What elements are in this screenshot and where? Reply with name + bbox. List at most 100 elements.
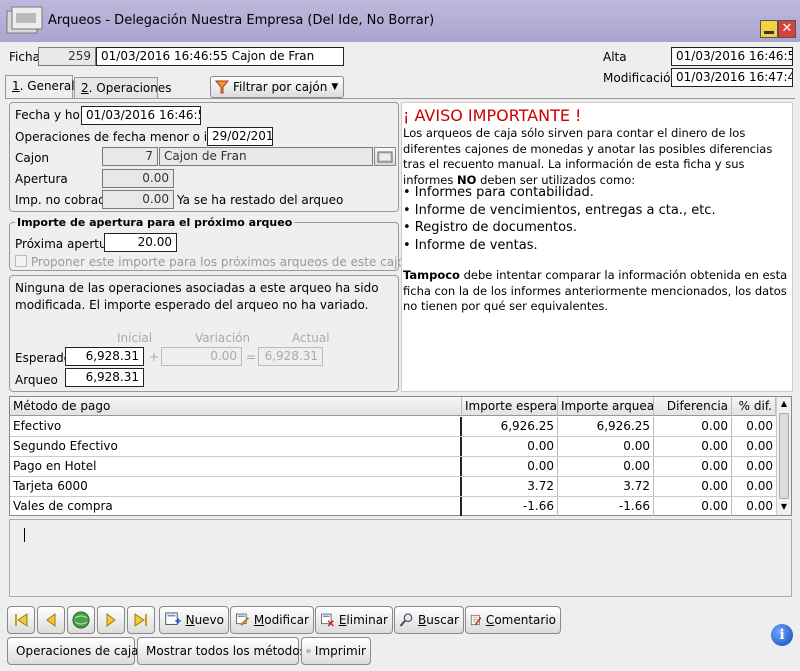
col-actual-label: Actual [292, 331, 330, 345]
tab-operaciones[interactable]: 2. Operaciones [74, 77, 172, 99]
col-inicial-label: Inicial [117, 331, 153, 345]
table-scrollbar[interactable]: ▲ ▼ [776, 397, 791, 515]
proxima-apertura-input[interactable]: 20.00 [104, 233, 177, 252]
cell-metodo: Efectivo [10, 417, 462, 436]
comment-icon [470, 614, 482, 626]
arqueo-label: Arqueo [15, 373, 58, 387]
filtrar-cajon-button[interactable]: Filtrar por cajón ▼ [210, 76, 344, 98]
cajon-lookup-button[interactable] [374, 147, 396, 166]
eliminar-button[interactable]: Eliminar [315, 606, 393, 634]
cell-arqueado[interactable]: 0.00 [558, 437, 654, 456]
close-button[interactable]: ✕ [778, 20, 796, 38]
aviso-paragraph-1: Los arqueos de caja sólo sirven para con… [403, 126, 791, 188]
scroll-up-icon[interactable]: ▲ [778, 398, 790, 410]
comentario-label: Comentario [486, 613, 556, 627]
cajon-number[interactable]: 7 [102, 147, 158, 166]
nuevo-key: N [185, 613, 195, 627]
first-record-button[interactable] [7, 606, 35, 634]
cell-diferencia: 0.00 [654, 417, 732, 436]
aviso-p2-bold: Tampoco [403, 268, 460, 282]
apertura-label: Apertura [15, 172, 68, 186]
cell-pct-dif: 0.00 [746, 499, 773, 513]
cell-diferencia: 0.00 [654, 497, 732, 516]
table-row[interactable]: Segundo Efectivo 0.00 0.00 0.00 0.00 [10, 437, 776, 457]
info-icon[interactable]: i [771, 624, 793, 646]
comentario-button[interactable]: Comentario [465, 606, 561, 634]
payment-methods-table[interactable]: Método de pago Importe esperado Importe … [9, 396, 792, 516]
imprimir-label: Imprimir [314, 644, 366, 658]
imp-no-cobrado-label: Imp. no cobrado [15, 193, 114, 207]
cell-esperado: 0.00 [462, 437, 558, 456]
cell-pct-dif: 0.00 [746, 459, 773, 473]
buscar-key: B [418, 613, 427, 627]
table-row[interactable]: Efectivo 6,926.25 6,926.25 0.00 0.00 [10, 417, 776, 437]
delete-record-icon [321, 613, 334, 627]
tab-operaciones-key: 2 [81, 81, 89, 95]
aviso-p2-text: debe intentar comparar la información ob… [403, 268, 788, 313]
comment-memo[interactable] [9, 519, 792, 597]
cell-arqueado[interactable]: -1.66 [558, 497, 654, 516]
cell-esperado: -1.66 [462, 497, 558, 516]
nuevo-label: Nuevo [186, 613, 224, 627]
scroll-thumb[interactable] [779, 413, 789, 499]
tab-operaciones-label: . Operaciones [88, 81, 172, 95]
buscar-text: uscar [426, 613, 459, 627]
esperado-actual: 6,928.31 [258, 347, 323, 366]
cell-arqueado[interactable]: 6,926.25 [558, 417, 654, 436]
globe-icon [72, 611, 90, 629]
tab-divider [5, 98, 795, 99]
imprimir-button[interactable]: Imprimir [301, 637, 371, 665]
buscar-button[interactable]: Buscar [394, 606, 464, 634]
table-row[interactable]: Tarjeta 6000 3.72 3.72 0.00 0.00 [10, 477, 776, 497]
cell-arqueado[interactable]: 0.00 [558, 457, 654, 476]
alta-label: Alta [603, 50, 627, 64]
tab-general[interactable]: 1. General [5, 75, 75, 99]
proxima-apertura-group-title: Importe de apertura para el próximo arqu… [15, 216, 295, 229]
filtrar-cajon-label: Filtrar por cajón [233, 80, 328, 94]
header-metodo[interactable]: Método de pago [10, 397, 462, 416]
new-record-icon [165, 612, 181, 625]
app-icon [6, 6, 43, 34]
last-record-button[interactable] [127, 606, 155, 634]
plus-sign: + [149, 350, 160, 364]
aviso-bullet: • Registro de documentos. [403, 220, 577, 235]
operaciones-caja-label: Operaciones de caja [16, 644, 139, 658]
ficha-description[interactable]: 01/03/2016 16:46:55 Cajon de Fran [96, 47, 344, 66]
mostrar-metodos-button[interactable]: Mostrar todos los métodos [137, 637, 306, 665]
table-row[interactable]: Pago en Hotel 0.00 0.00 0.00 0.00 [10, 457, 776, 477]
header-pct-dif[interactable]: % dif. [732, 397, 776, 416]
cell-metodo: Segundo Efectivo [10, 437, 462, 456]
modificar-key: M [253, 613, 265, 627]
cell-arqueado[interactable]: 3.72 [558, 477, 654, 496]
first-icon [15, 613, 28, 627]
esperado-label: Esperado [15, 351, 72, 365]
previous-record-button[interactable] [37, 606, 65, 634]
table-row[interactable]: Vales de compra -1.66 -1.66 0.00 0.00 [10, 497, 776, 517]
nuevo-button[interactable]: Nuevo [159, 606, 229, 634]
modificacion-value: 01/03/2016 16:47:40 [671, 68, 793, 87]
header-importe-esperado[interactable]: Importe esperado [462, 397, 558, 416]
modificar-text: odificar [264, 613, 309, 627]
refresh-button[interactable] [67, 606, 95, 634]
aviso-title: ¡ AVISO IMPORTANTE ! [403, 106, 582, 125]
ficha-number: 259 [38, 47, 96, 66]
aviso-paragraph-2: Tampoco debe intentar comparar la inform… [403, 268, 791, 315]
header-diferencia[interactable]: Diferencia [654, 397, 732, 416]
imp-no-cobrado-note: Ya se ha restado del arqueo [177, 193, 344, 207]
proponer-checkbox-label: Proponer este importe para los próximos … [31, 255, 413, 269]
modificar-button[interactable]: Modificar [230, 606, 314, 634]
minimize-button[interactable] [760, 20, 778, 38]
window-title: Arqueos - Delegación Nuestra Empresa (De… [48, 13, 435, 28]
operaciones-caja-button[interactable]: Operaciones de caja [7, 637, 139, 665]
operaciones-fecha-input[interactable]: 29/02/2016 [207, 127, 273, 146]
next-record-button[interactable] [97, 606, 125, 634]
scroll-down-icon[interactable]: ▼ [778, 501, 790, 513]
esperado-variacion: 0.00 [161, 347, 242, 366]
cell-esperado: 0.00 [462, 457, 558, 476]
cell-diferencia: 0.00 [654, 477, 732, 496]
fecha-input[interactable]: 01/03/2016 16:46:55 [81, 106, 201, 125]
edit-record-icon [236, 613, 250, 627]
proponer-checkbox[interactable] [15, 255, 27, 267]
header-importe-arqueado[interactable]: Importe arqueado [558, 397, 654, 416]
modificar-label: Modificar [254, 613, 309, 627]
